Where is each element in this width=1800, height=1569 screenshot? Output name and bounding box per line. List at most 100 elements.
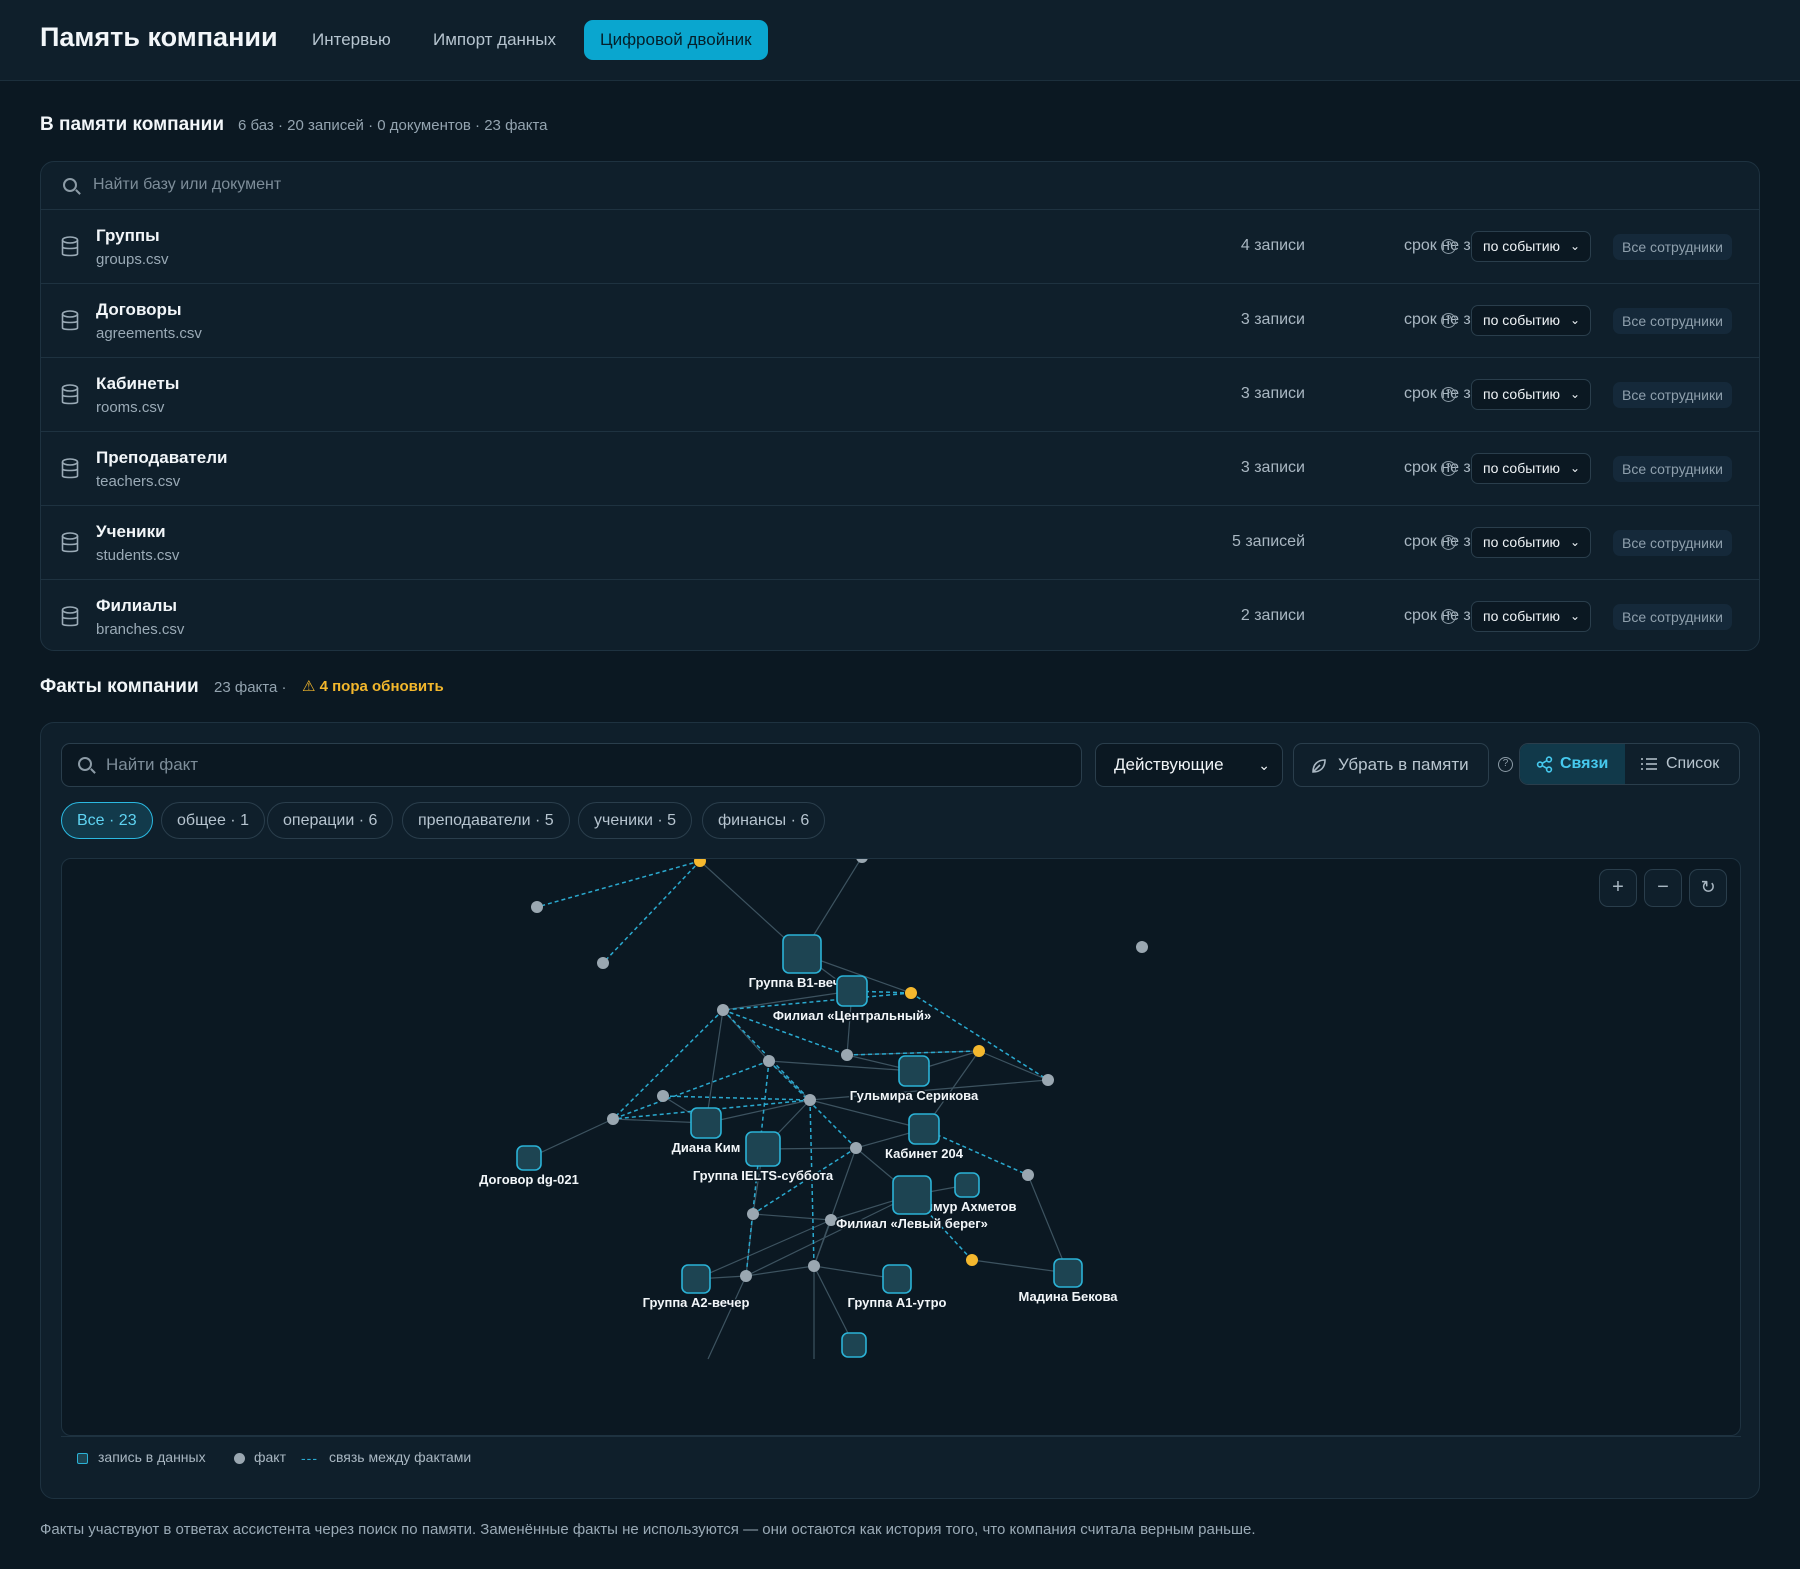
record-node[interactable] [516, 1145, 542, 1171]
record-node[interactable] [898, 1055, 930, 1087]
stale-fact-node[interactable] [694, 859, 706, 867]
chip-all[interactable]: Все · 23 [61, 802, 153, 839]
fact-node[interactable] [1022, 1169, 1034, 1181]
base-name[interactable]: Группы [96, 226, 160, 246]
help-icon[interactable]: ? [1498, 757, 1513, 772]
record-node[interactable] [1053, 1258, 1083, 1288]
fact-node[interactable] [763, 1055, 775, 1067]
base-name[interactable]: Кабинеты [96, 374, 179, 394]
fact-node[interactable] [808, 1260, 820, 1272]
help-icon[interactable]: ? [1441, 461, 1456, 476]
record-node[interactable] [841, 1332, 867, 1358]
chip-general[interactable]: общее · 1 [161, 802, 265, 839]
base-update-mode-select[interactable]: по событию ⌄ [1471, 527, 1591, 558]
remove-from-memory-button[interactable]: Убрать в памяти [1293, 743, 1489, 787]
base-access-badge[interactable]: Все сотрудники [1613, 308, 1732, 334]
fact-node[interactable] [1042, 1074, 1054, 1086]
record-node[interactable] [882, 1264, 912, 1294]
fact-status-select[interactable]: Действующие ⌄ [1095, 743, 1283, 787]
record-node[interactable] [690, 1107, 722, 1139]
base-access-badge[interactable]: Все сотрудники [1613, 604, 1732, 630]
help-icon[interactable]: ? [1441, 535, 1456, 550]
record-node[interactable] [908, 1113, 940, 1145]
stale-fact-node[interactable] [966, 1254, 978, 1266]
base-access-badge[interactable]: Все сотрудники [1613, 234, 1732, 260]
fact-link-edge [662, 1095, 811, 1101]
record-node-label: Договор dg-021 [479, 1172, 579, 1187]
chip-operations[interactable]: операции · 6 [267, 802, 394, 839]
help-icon[interactable]: ? [1441, 313, 1456, 328]
help-icon[interactable]: ? [1441, 239, 1456, 254]
chip-students[interactable]: ученики · 5 [578, 802, 693, 839]
record-node-label: Группа A2-вечер [643, 1295, 750, 1310]
fact-graph[interactable]: Группа B1-вечер Филиал «Центральный» Гульм… [61, 858, 1741, 1436]
fact-node[interactable] [804, 1094, 816, 1106]
stale-fact-node[interactable] [973, 1045, 985, 1057]
record-node[interactable] [892, 1175, 932, 1215]
view-links-button[interactable]: Связи [1520, 744, 1625, 784]
fact-node[interactable] [531, 901, 543, 913]
bases-search[interactable]: Найти базу или документ [41, 162, 1759, 210]
list-icon [1641, 758, 1657, 770]
record-edge [809, 1099, 925, 1130]
fact-node[interactable] [657, 1090, 669, 1102]
chip-teachers[interactable]: преподаватели · 5 [402, 802, 570, 839]
graph-canvas[interactable]: Группа B1-вечерФилиал «Центральный»Гульм… [62, 859, 1741, 1436]
base-row[interactable]: Преподаватели teachers.csv 3 записи срок не… [41, 432, 1759, 506]
record-edge [707, 1275, 747, 1360]
stale-fact-node[interactable] [905, 987, 917, 999]
fact-node[interactable] [597, 957, 609, 969]
chevron-down-icon: ⌄ [1569, 609, 1580, 623]
base-update-mode-select[interactable]: по событию ⌄ [1471, 379, 1591, 410]
base-row[interactable]: Кабинеты rooms.csv 3 записи срок не задан? п… [41, 358, 1759, 432]
zoom-in-button[interactable]: + [1599, 869, 1637, 907]
base-name[interactable]: Ученики [96, 522, 166, 542]
record-node[interactable] [836, 975, 868, 1007]
fact-link-edge [809, 1099, 815, 1267]
base-file: agreements.csv [96, 325, 202, 342]
fact-node[interactable] [856, 859, 868, 863]
fact-node[interactable] [841, 1049, 853, 1061]
base-access-badge[interactable]: Все сотрудники [1613, 382, 1732, 408]
fact-node[interactable] [747, 1208, 759, 1220]
tab-data-import[interactable]: Импорт данных [417, 20, 572, 60]
record-node[interactable] [954, 1172, 980, 1198]
tab-digital-twin[interactable]: Цифровой двойник [584, 20, 768, 60]
memory-section-title: В памяти компании [40, 114, 224, 135]
fact-node[interactable] [717, 1004, 729, 1016]
base-access-badge[interactable]: Все сотрудники [1613, 530, 1732, 556]
record-node[interactable] [745, 1131, 781, 1167]
base-update-mode-select[interactable]: по событию ⌄ [1471, 601, 1591, 632]
fact-node[interactable] [607, 1113, 619, 1125]
base-row[interactable]: Филиалы branches.csv 2 записи срок не задан… [41, 580, 1759, 650]
record-node[interactable] [681, 1264, 711, 1294]
fact-node[interactable] [850, 1142, 862, 1154]
base-update-mode-select[interactable]: по событию ⌄ [1471, 453, 1591, 484]
base-name[interactable]: Договоры [96, 300, 181, 320]
base-access-badge[interactable]: Все сотрудники [1613, 456, 1732, 482]
chevron-down-icon: ⌄ [1569, 387, 1580, 401]
reset-view-button[interactable]: ↻ [1689, 869, 1727, 907]
view-list-button[interactable]: Список [1625, 744, 1739, 784]
tab-interview[interactable]: Интервью [296, 20, 407, 60]
help-icon[interactable]: ? [1441, 609, 1456, 624]
base-name[interactable]: Филиалы [96, 596, 177, 616]
search-icon [63, 178, 77, 192]
record-node-label: Гульмира Серикова [850, 1088, 979, 1103]
base-row[interactable]: Договоры agreements.csv 3 записи срок не за… [41, 284, 1759, 358]
fact-node[interactable] [1136, 941, 1148, 953]
base-update-mode-select[interactable]: по событию ⌄ [1471, 305, 1591, 336]
base-row[interactable]: Ученики students.csv 5 записей срок не зада… [41, 506, 1759, 580]
base-name[interactable]: Преподаватели [96, 448, 227, 468]
base-record-count: 4 записи [1240, 237, 1305, 254]
base-file: rooms.csv [96, 399, 165, 416]
zoom-out-button[interactable]: − [1644, 869, 1682, 907]
stale-facts-warning[interactable]: ⚠ 4 пора обновить [302, 677, 444, 695]
help-icon[interactable]: ? [1441, 387, 1456, 402]
chip-finance[interactable]: финансы · 6 [702, 802, 826, 839]
base-update-mode-select[interactable]: по событию ⌄ [1471, 231, 1591, 262]
fact-node[interactable] [740, 1270, 752, 1282]
record-node[interactable] [782, 934, 822, 974]
base-row[interactable]: Группы groups.csv 4 записи срок не задан? по… [41, 210, 1759, 284]
fact-search-input[interactable]: Найти факт [61, 743, 1082, 787]
